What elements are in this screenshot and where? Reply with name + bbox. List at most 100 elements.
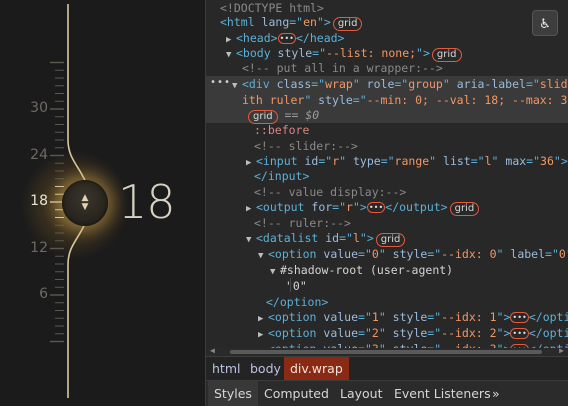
code-token: </option> (528, 326, 568, 340)
code-token: =" (358, 310, 372, 324)
elements-dom-tree[interactable]: <!DOCTYPE html> <html lang="en"> grid ▶ <hea… (206, 0, 568, 352)
slider-thumb[interactable]: ▲ ▼ (62, 180, 108, 226)
code-token: "> (316, 15, 331, 29)
code-token: =" (332, 200, 347, 214)
more-options-icon[interactable]: ••• (210, 77, 231, 88)
code-token: range (394, 154, 430, 168)
code-token: id (304, 154, 319, 168)
code-token: aria-label (456, 77, 526, 91)
collapsed-content-icon[interactable]: ••• (277, 33, 296, 44)
code-token: </input> (254, 169, 310, 183)
dom-node-line[interactable]: ▶ <output for="r"> ••• </output> grid (206, 199, 568, 216)
code-token: =" (525, 77, 540, 91)
scrollbar-thumb[interactable] (230, 350, 542, 354)
code-token: " (378, 310, 393, 324)
code-token: " (304, 93, 319, 107)
code-token: <datalist (256, 231, 326, 245)
code-token: --min: 0; --val: 18; --max: 36 (366, 93, 568, 107)
code-token: --idx: 0 (441, 247, 497, 261)
code-token: =" (545, 247, 559, 261)
code-token: l (352, 231, 360, 245)
code-token: "> (416, 46, 430, 60)
code-token: " (378, 247, 393, 261)
code-token: 0 (371, 247, 379, 261)
dom-node-line[interactable]: grid == $0 (206, 107, 568, 124)
dom-node-line[interactable]: "0" (206, 278, 568, 294)
accessibility-person-icon[interactable]: ♿ (532, 10, 558, 36)
dom-node-line[interactable]: ▶ <option value="2" style="--idx: 2"> ••• <… (206, 325, 568, 341)
collapsed-content-icon[interactable]: ••• (366, 202, 386, 213)
code-token: =" (427, 247, 442, 261)
code-token: r (346, 200, 353, 214)
code-token: style (318, 93, 353, 107)
dom-node-line[interactable]: <html lang="en"> grid (206, 14, 568, 31)
code-token: " (352, 77, 367, 91)
code-token: <!-- put all in a wrapper:--> (242, 61, 443, 75)
code-token: 2 (371, 326, 379, 340)
dom-node-line[interactable]: ::before (206, 122, 568, 138)
code-token: " (339, 154, 353, 168)
code-token: slider w (539, 77, 568, 91)
dom-node-line[interactable]: <!-- value display:--> (206, 184, 568, 200)
code-token: " (496, 247, 511, 261)
breadcrumb-item[interactable]: div.wrap (284, 357, 349, 380)
horizontal-scrollbar[interactable]: ◀ ▶ (206, 346, 568, 356)
code-token: =" (318, 154, 333, 168)
dom-node-line[interactable]: <!-- slider:--> (206, 138, 568, 154)
code-token: <html (220, 15, 262, 29)
dom-node-line[interactable]: ith ruler" style="--min: 0; --val: 18; -… (206, 92, 568, 108)
code-token: == $0 (277, 108, 320, 122)
dom-node-line[interactable]: ▶ <head> ••• </head> (206, 30, 568, 46)
code-token: =" (358, 326, 372, 340)
code-token: =" (427, 310, 442, 324)
code-token: max (505, 154, 527, 168)
ruler-label: 30 (30, 100, 48, 116)
code-token: </option> (528, 310, 568, 324)
dom-node-line[interactable]: <!-- ruler:--> (206, 215, 568, 231)
code-token: 0 (558, 247, 566, 261)
code-token: <output (256, 200, 312, 214)
code-token: ::before (254, 123, 310, 137)
tab-computed[interactable]: Computed (258, 381, 335, 406)
double-chevron-right-icon[interactable]: » (486, 381, 506, 406)
code-token: "> (553, 154, 568, 168)
grid-badge[interactable]: grid (332, 17, 363, 31)
code-token: "> (496, 326, 511, 340)
grid-badge[interactable]: grid (375, 233, 406, 247)
code-token: type (352, 154, 381, 168)
code-token: <option (268, 326, 324, 340)
breadcrumb-item[interactable]: html (206, 357, 246, 380)
dom-node-line[interactable]: ▼ <body style="--list: none;"> grid (206, 45, 568, 62)
ruler-label: 12 (30, 239, 48, 256)
code-token: "> (359, 231, 374, 245)
collapsed-content-icon[interactable]: ••• (510, 312, 529, 323)
code-token: <!DOCTYPE html> (220, 1, 324, 15)
dom-node-line[interactable]: <!-- put all in a wrapper:--> (206, 60, 568, 76)
dom-node-line[interactable]: ▼ #shadow-root (user-agent) (206, 262, 568, 278)
dom-node-line[interactable]: ▼ <datalist id="l"> grid (206, 230, 568, 247)
grid-badge[interactable]: grid (449, 202, 480, 216)
code-token: =" (394, 77, 409, 91)
ruler-label: 6 (39, 286, 48, 302)
dom-node-line[interactable]: ▶ <option value="1" style="--idx: 1"> ••• <… (206, 309, 568, 325)
code-token: <body (236, 46, 278, 60)
code-token: l (484, 154, 492, 168)
code-token: class (276, 77, 312, 91)
code-token: <head> (236, 31, 278, 45)
dom-node-line[interactable]: ▶ <input id="r" type="range" list="l" max… (206, 153, 568, 169)
collapsed-content-icon[interactable]: ••• (510, 328, 529, 339)
dom-node-line[interactable]: </option> (206, 294, 568, 310)
tab-styles[interactable]: Styles (208, 381, 258, 406)
dom-node-line[interactable]: ▼ <div class="wrap" role="group" aria-lab… (206, 76, 568, 92)
down-arrow-icon: ▼ (81, 202, 89, 212)
code-token: style (392, 247, 428, 261)
code-token: =" (339, 231, 353, 245)
tab-event-listeners[interactable]: Event Listeners (388, 381, 497, 406)
scroll-left-icon[interactable]: ◀ (210, 346, 215, 355)
scroll-right-icon[interactable]: ▶ (559, 346, 564, 355)
code-token: label (510, 247, 546, 261)
dom-node-line[interactable]: ▼ <option value="0" style="--idx: 0" labe… (206, 246, 568, 262)
breadcrumb-item[interactable]: body (244, 357, 287, 380)
dom-node-line[interactable]: </input> (206, 168, 568, 184)
tab-layout[interactable]: Layout (334, 381, 389, 406)
